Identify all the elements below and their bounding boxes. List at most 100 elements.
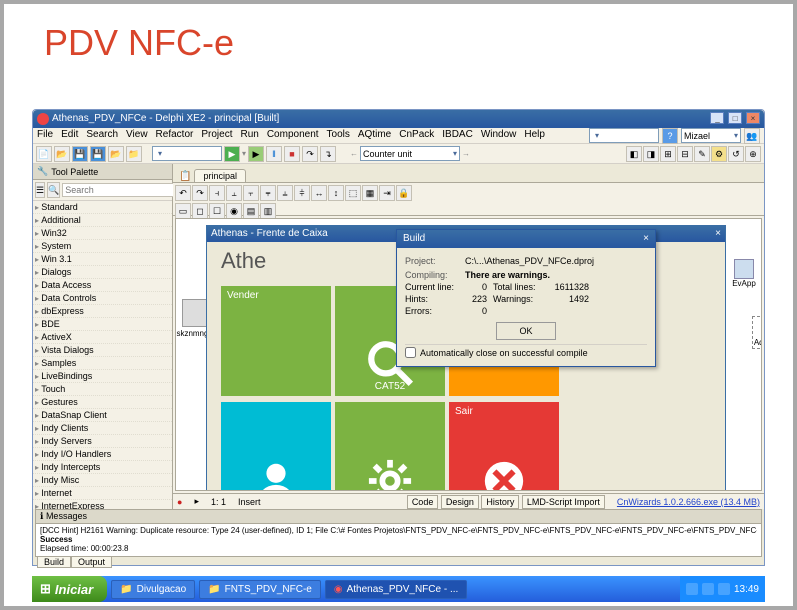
size-icon[interactable]: ⬚ xyxy=(345,185,361,201)
ok-button[interactable]: OK xyxy=(496,322,556,340)
menu-edit[interactable]: Edit xyxy=(61,129,78,142)
tb-6[interactable]: ⚙ xyxy=(711,146,727,162)
menu-run[interactable]: Run xyxy=(240,129,258,142)
task-athenas[interactable]: ◉Athenas_PDV_NFCe - ... xyxy=(325,580,467,599)
tb-7[interactable]: ↺ xyxy=(728,146,744,162)
tile-settings[interactable] xyxy=(335,402,445,491)
run-noDebug-icon[interactable]: ▶ xyxy=(248,146,264,162)
tray-icon-1[interactable] xyxy=(686,583,698,595)
tab-history[interactable]: History xyxy=(481,495,519,509)
space-h-icon[interactable]: ↔ xyxy=(311,185,327,201)
category-icon[interactable]: ☰ xyxy=(35,182,45,198)
comp6-icon[interactable]: ▥ xyxy=(260,203,276,219)
tb-3[interactable]: ⊞ xyxy=(660,146,676,162)
palette-item-win31[interactable]: Win 3.1 xyxy=(33,253,172,266)
marker-icon[interactable]: ▸ xyxy=(194,496,199,507)
palette-item-samples[interactable]: Samples xyxy=(33,357,172,370)
saveall-icon[interactable]: 💾 xyxy=(90,146,106,162)
tb-4[interactable]: ⊟ xyxy=(677,146,693,162)
menu-tools[interactable]: Tools xyxy=(327,129,350,142)
menu-component[interactable]: Component xyxy=(267,129,319,142)
auto-close-checkbox[interactable] xyxy=(405,347,416,358)
step-into-icon[interactable]: ↴ xyxy=(320,146,336,162)
align-top-icon[interactable]: ⫧ xyxy=(260,185,276,201)
layout-combo[interactable] xyxy=(589,128,659,143)
palette-item-datasnapclient[interactable]: DataSnap Client xyxy=(33,409,172,422)
tb-5[interactable]: ✎ xyxy=(694,146,710,162)
tile-user[interactable] xyxy=(221,402,331,491)
tab-design[interactable]: Design xyxy=(441,495,479,509)
close-button[interactable]: × xyxy=(746,112,760,124)
tab-order-icon[interactable]: ⇥ xyxy=(379,185,395,201)
palette-item-additional[interactable]: Additional xyxy=(33,214,172,227)
step-over-icon[interactable]: ↷ xyxy=(302,146,318,162)
palette-item-indymisc[interactable]: Indy Misc xyxy=(33,474,172,487)
palette-item-indyservers[interactable]: Indy Servers xyxy=(33,435,172,448)
lock-icon[interactable]: 🔒 xyxy=(396,185,412,201)
palette-item-touch[interactable]: Touch xyxy=(33,383,172,396)
menu-refactor[interactable]: Refactor xyxy=(156,129,194,142)
comp1-icon[interactable]: ▭ xyxy=(175,203,191,219)
cnwizards-link[interactable]: CnWizards 1.0.2.666.exe (13.4 MB) xyxy=(617,497,760,507)
tile-vender[interactable]: Vender xyxy=(221,286,331,396)
save-icon[interactable]: 💾 xyxy=(72,146,88,162)
run-icon[interactable]: ▶ xyxy=(224,146,240,162)
tab-output[interactable]: Output xyxy=(71,557,112,568)
user-combo[interactable]: Mizael xyxy=(681,128,741,143)
menu-search[interactable]: Search xyxy=(86,129,118,142)
menu-aqtime[interactable]: AQtime xyxy=(358,129,391,142)
palette-item-dialogs[interactable]: Dialogs xyxy=(33,266,172,279)
rec-icon[interactable]: ● xyxy=(177,497,182,507)
tab-lmd[interactable]: LMD-Script Import xyxy=(522,495,605,509)
space-v-icon[interactable]: ↕ xyxy=(328,185,344,201)
menu-window[interactable]: Window xyxy=(481,129,517,142)
palette-item-gestures[interactable]: Gestures xyxy=(33,396,172,409)
palette-item-standard[interactable]: Standard xyxy=(33,201,172,214)
pause-icon[interactable]: ‖ xyxy=(266,146,282,162)
help-icon[interactable]: ? xyxy=(662,128,678,144)
align-bot-icon[interactable]: ⫩ xyxy=(294,185,310,201)
palette-item-livebindings[interactable]: LiveBindings xyxy=(33,370,172,383)
start-button[interactable]: ⊞ Iniciar xyxy=(32,576,107,602)
new-icon[interactable]: 📄 xyxy=(36,146,52,162)
comp5-icon[interactable]: ▤ xyxy=(243,203,259,219)
menu-view[interactable]: View xyxy=(126,129,148,142)
team-icon[interactable]: 👥 xyxy=(744,128,760,144)
form-designer[interactable]: skznmngr1 EvApp Athenas - Frente de Caix… xyxy=(175,218,762,491)
evapp-component[interactable]: EvApp xyxy=(729,259,759,288)
palette-item-internet[interactable]: Internet xyxy=(33,487,172,500)
palette-item-system[interactable]: System xyxy=(33,240,172,253)
align-right-icon[interactable]: ⫟ xyxy=(243,185,259,201)
palette-item-vistadialogs[interactable]: Vista Dialogs xyxy=(33,344,172,357)
tb-8[interactable]: ⊕ xyxy=(745,146,761,162)
comp2-icon[interactable]: ◻ xyxy=(192,203,208,219)
task-fnts[interactable]: 📁FNTS_PDV_NFC-e xyxy=(199,580,321,599)
palette-item-indyclients[interactable]: Indy Clients xyxy=(33,422,172,435)
stop-icon[interactable]: ■ xyxy=(284,146,300,162)
palette-item-dataaccess[interactable]: Data Access xyxy=(33,279,172,292)
align-center-icon[interactable]: ⫠ xyxy=(226,185,242,201)
tab-code[interactable]: Code xyxy=(407,495,439,509)
palette-item-bde[interactable]: BDE xyxy=(33,318,172,331)
open-icon[interactable]: 📂 xyxy=(54,146,70,162)
align-left-icon[interactable]: ⫞ xyxy=(209,185,225,201)
palette-item-dbexpress[interactable]: dbExpress xyxy=(33,305,172,318)
menu-ibdac[interactable]: IBDAC xyxy=(442,129,473,142)
palette-item-indyintercepts[interactable]: Indy Intercepts xyxy=(33,461,172,474)
menu-help[interactable]: Help xyxy=(524,129,545,142)
minimize-button[interactable]: _ xyxy=(710,112,724,124)
open-project-icon[interactable]: 📂 xyxy=(108,146,124,162)
advpanelstyler-component[interactable]: AdvPanelStyler1 xyxy=(752,316,762,349)
tray-icon-3[interactable] xyxy=(718,583,730,595)
counter-combo[interactable]: Counter unit xyxy=(360,146,460,161)
palette-item-activex[interactable]: ActiveX xyxy=(33,331,172,344)
tab-build[interactable]: Build xyxy=(37,557,71,568)
tab-principal[interactable]: principal xyxy=(194,169,246,182)
redo-icon[interactable]: ↷ xyxy=(192,185,208,201)
tb-1[interactable]: ◧ xyxy=(626,146,642,162)
config-combo[interactable] xyxy=(152,146,222,161)
menu-file[interactable]: File xyxy=(37,129,53,142)
comp4-icon[interactable]: ◉ xyxy=(226,203,242,219)
palette-item-datacontrols[interactable]: Data Controls xyxy=(33,292,172,305)
maximize-button[interactable]: □ xyxy=(728,112,742,124)
